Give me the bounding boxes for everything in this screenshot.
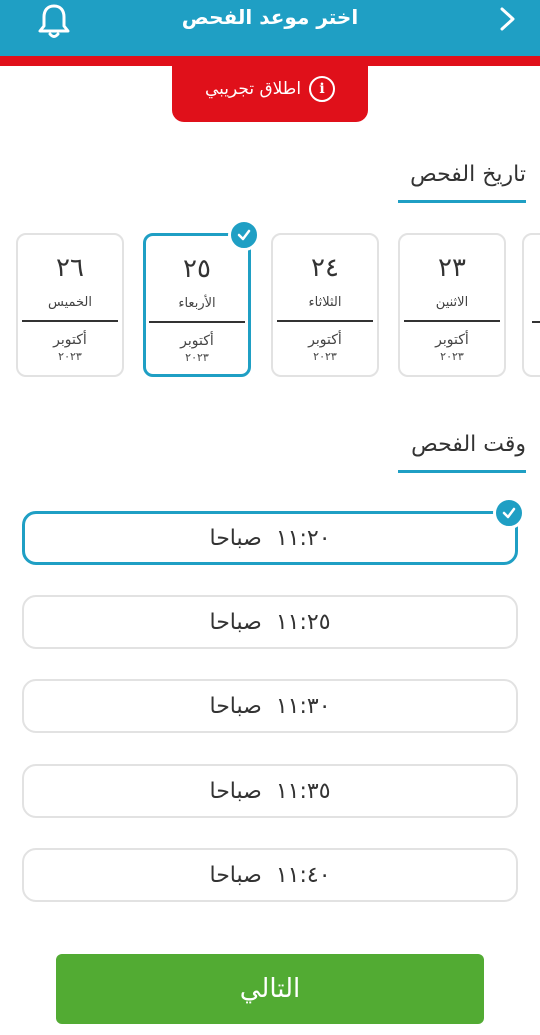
date-month: أكتوبر [53, 332, 87, 348]
time-slot-1120[interactable]: ١١:٢٠ صباحا [22, 511, 518, 565]
date-month: أكتوبر [435, 332, 469, 348]
time-value: ١١:٢٥ [275, 609, 331, 635]
date-section-underline [398, 200, 526, 203]
date-year: ٢٠٢٣ [313, 350, 337, 363]
time-slot-1130[interactable]: ١١:٣٠ صباحا [22, 679, 518, 733]
beta-label: اطلاق تجريبي [204, 79, 302, 99]
date-day-number: ٢٦ [56, 253, 84, 283]
info-icon: i [309, 76, 336, 102]
beta-badge: i اطلاق تجريبي [172, 56, 368, 122]
date-day-name: الأربعاء [178, 296, 216, 311]
time-value: ١١:٣٠ [275, 693, 331, 719]
time-value: ١١:٢٠ [275, 525, 331, 551]
top-app-bar: اختر موعد الفحص [0, 0, 540, 56]
date-card-23[interactable]: ٢٣ الاثنين أكتوبر ٢٠٢٣ [398, 233, 506, 377]
date-day-number: ٢٣ [438, 253, 466, 283]
date-card-partial[interactable] [522, 233, 540, 377]
time-value: ١١:٤٠ [275, 862, 331, 888]
date-divider [149, 321, 245, 323]
date-year: ٢٠٢٣ [185, 351, 209, 364]
time-slot-1140[interactable]: ١١:٤٠ صباحا [22, 848, 518, 902]
date-day-name: الاثنين [435, 295, 469, 310]
time-section-underline [398, 470, 526, 473]
time-period: صباحا [209, 693, 262, 719]
time-slot-1125[interactable]: ١١:٢٥ صباحا [22, 595, 518, 649]
check-icon [228, 219, 260, 251]
date-month: أكتوبر [180, 333, 214, 349]
date-day-name: الثلاثاء [308, 295, 342, 310]
date-month: أكتوبر [308, 332, 342, 348]
check-icon [493, 497, 525, 529]
page-title: اختر موعد الفحص [181, 5, 359, 29]
bell-icon[interactable] [34, 2, 74, 42]
time-period: صباحا [209, 609, 262, 635]
date-divider [532, 321, 540, 323]
date-day-name: الخميس [48, 295, 92, 310]
time-period: صباحا [209, 862, 262, 888]
time-slot-1135[interactable]: ١١:٣٥ صباحا [22, 764, 518, 818]
date-day-number: ٢٥ [183, 254, 211, 284]
chevron-right-icon[interactable] [494, 6, 520, 32]
date-divider [22, 320, 118, 322]
date-card-24[interactable]: ٢٤ الثلاثاء أكتوبر ٢٠٢٣ [271, 233, 379, 377]
time-section-title: وقت الفحص [411, 432, 526, 457]
date-section-title: تاريخ الفحص [410, 162, 526, 187]
date-card-25[interactable]: ٢٥ الأربعاء أكتوبر ٢٠٢٣ [143, 233, 251, 377]
time-value: ١١:٣٥ [275, 778, 331, 804]
date-card-26[interactable]: ٢٦ الخميس أكتوبر ٢٠٢٣ [16, 233, 124, 377]
date-year: ٢٠٢٣ [440, 350, 464, 363]
time-period: صباحا [209, 778, 262, 804]
time-period: صباحا [209, 525, 262, 551]
date-divider [277, 320, 373, 322]
date-divider [404, 320, 500, 322]
date-day-number: ٢٤ [311, 253, 339, 283]
next-button[interactable]: التالي [56, 954, 484, 1024]
date-year: ٢٠٢٣ [58, 350, 82, 363]
